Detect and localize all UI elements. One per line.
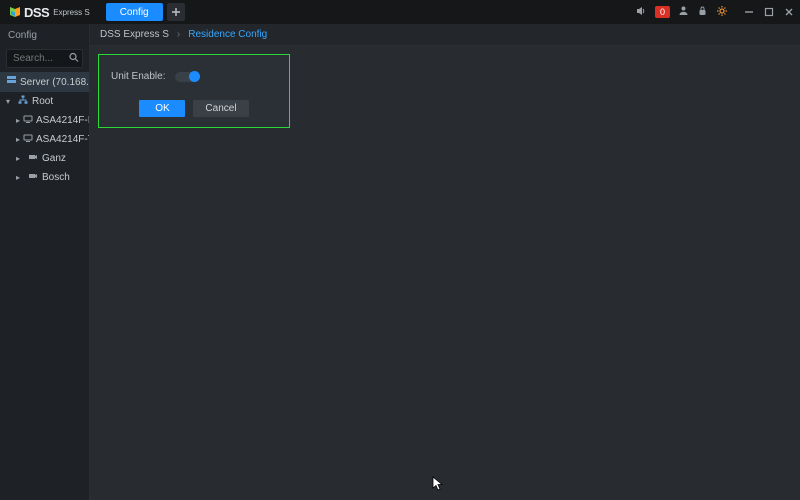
device-icon: [23, 114, 33, 127]
search-row: [6, 49, 83, 68]
titlebar-right: 0: [635, 5, 796, 20]
tree-item-label: Bosch: [42, 172, 70, 183]
camera-icon: [27, 152, 39, 165]
server-icon: [6, 75, 17, 89]
tab-config[interactable]: Config: [106, 3, 163, 21]
add-tab-button[interactable]: [167, 3, 185, 21]
logo-icon: [8, 5, 22, 19]
tree-item-label: ASA4214F-Texas: [36, 134, 89, 145]
toggle-knob: [189, 71, 200, 82]
chevron-right-icon: ▸: [16, 135, 20, 144]
camera-icon: [27, 171, 39, 184]
sidebar-title: Config: [0, 24, 89, 47]
alert-badge[interactable]: 0: [655, 6, 670, 18]
content: Unit Enable: OK Cancel: [90, 46, 800, 500]
tree-root[interactable]: ▾ Root: [0, 92, 89, 111]
tab-strip: Config: [106, 3, 185, 21]
close-button[interactable]: [782, 5, 796, 19]
settings-icon[interactable]: [716, 5, 728, 20]
tree-item-label: Ganz: [42, 153, 66, 164]
tree-item-irvine[interactable]: ▸ ASA4214F-Irvine: [10, 111, 89, 130]
user-icon[interactable]: [678, 5, 689, 19]
tree-server-label: Server (70.168.153.130): [20, 77, 89, 88]
minimize-button[interactable]: [742, 5, 756, 19]
tree-item-label: ASA4214F-Irvine: [36, 115, 89, 126]
button-row: OK Cancel: [111, 100, 277, 117]
chevron-down-icon: ▾: [6, 97, 14, 106]
tree-server[interactable]: Server (70.168.153.130): [0, 72, 89, 92]
main-area: DSS Express S › Residence Config Unit En…: [90, 24, 800, 500]
breadcrumb: DSS Express S › Residence Config: [90, 24, 800, 46]
breadcrumb-current[interactable]: Residence Config: [188, 29, 267, 40]
config-panel: Unit Enable: OK Cancel: [98, 54, 290, 128]
tree-item-bosch[interactable]: ▸ Bosch: [10, 168, 89, 187]
tree-item-ganz[interactable]: ▸ Ganz: [10, 149, 89, 168]
lock-icon[interactable]: [697, 5, 708, 19]
app-logo: DSS Express S: [8, 5, 90, 20]
window-controls: [742, 5, 796, 19]
unit-enable-toggle[interactable]: [175, 72, 199, 82]
chevron-right-icon: ›: [177, 29, 180, 40]
maximize-button[interactable]: [762, 5, 776, 19]
tab-label: Config: [120, 7, 149, 18]
tree-root-label: Root: [32, 96, 53, 107]
tree: Server (70.168.153.130) ▾ Root ▸ ASA4214…: [0, 72, 89, 187]
unit-enable-row: Unit Enable:: [111, 71, 277, 82]
org-icon: [17, 95, 29, 108]
cancel-button[interactable]: Cancel: [193, 100, 248, 117]
volume-icon[interactable]: [635, 5, 647, 20]
search-icon[interactable]: [69, 52, 79, 65]
device-icon: [23, 133, 33, 146]
brand-text: DSS: [24, 5, 49, 20]
chevron-right-icon: ▸: [16, 154, 24, 163]
sidebar: Config Server (70.168.153.130) ▾ Root: [0, 24, 90, 500]
brand-subtext: Express S: [53, 8, 89, 17]
ok-button[interactable]: OK: [139, 100, 185, 117]
chevron-right-icon: ▸: [16, 116, 20, 125]
unit-enable-label: Unit Enable:: [111, 71, 165, 82]
titlebar: DSS Express S Config 0: [0, 0, 800, 24]
breadcrumb-root[interactable]: DSS Express S: [100, 29, 169, 40]
tree-item-texas[interactable]: ▸ ASA4214F-Texas: [10, 130, 89, 149]
chevron-right-icon: ▸: [16, 173, 24, 182]
